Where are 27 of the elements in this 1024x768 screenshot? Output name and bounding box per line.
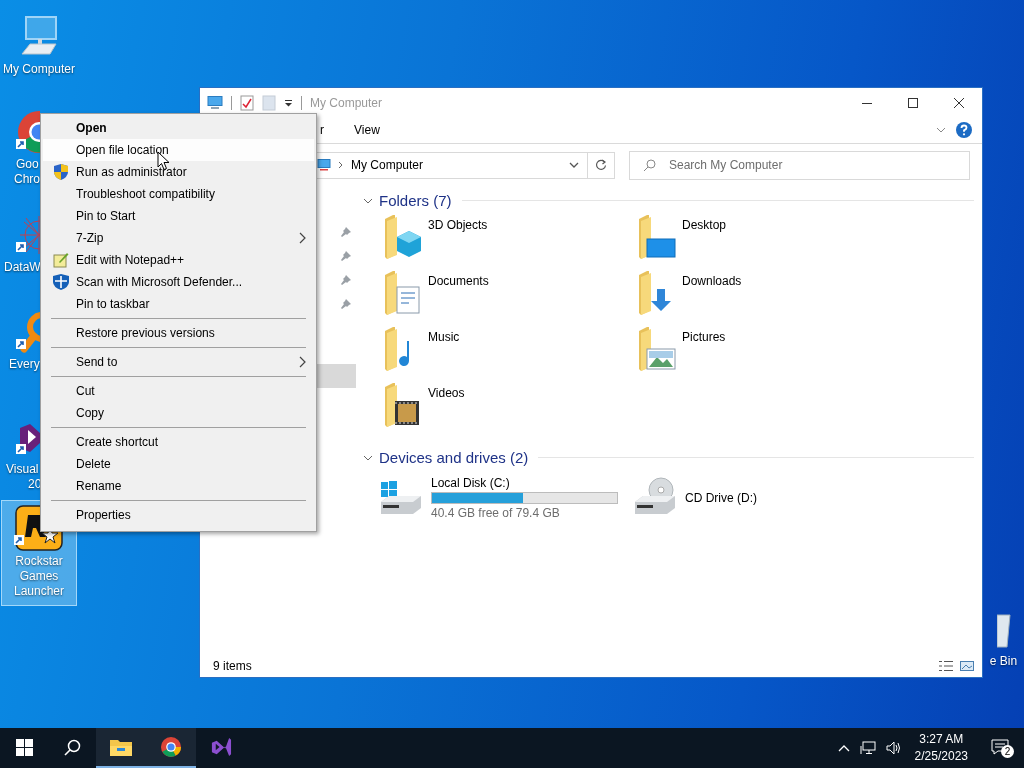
shortcut-label: 20 xyxy=(28,477,42,492)
shortcut-label: Visual xyxy=(6,462,39,477)
clock-time: 3:27 AM xyxy=(919,731,964,748)
shortcut-label: DataW xyxy=(4,260,41,275)
folder-name: 3D Objects xyxy=(428,217,488,232)
clock-date: 2/25/2023 xyxy=(914,748,968,765)
window-title: My Computer xyxy=(310,95,383,110)
folder-name: Downloads xyxy=(682,273,742,288)
shortcut-label: My Computer xyxy=(3,62,75,77)
shortcut-label: Rockstar xyxy=(15,554,63,569)
shortcut-label: Every xyxy=(9,357,40,372)
folder-name: Pictures xyxy=(682,329,726,344)
shortcut-label: Launcher xyxy=(13,584,64,599)
shortcut-label: Games xyxy=(19,569,59,584)
folder-name: Videos xyxy=(428,385,465,400)
shortcut-label: Chro xyxy=(14,172,40,187)
shortcut-label: e Bin xyxy=(989,654,1018,669)
address-text: My Computer xyxy=(351,158,425,172)
drive-name: CD Drive (D:) xyxy=(685,489,757,505)
notification-count: 2 xyxy=(1001,745,1014,758)
free-space-text: 40.4 GB free of 79.4 GB xyxy=(431,505,561,520)
drive-name: Local Disk (C:) xyxy=(431,474,511,490)
folder-name: Desktop xyxy=(682,217,727,232)
shortcut-label: Goo xyxy=(16,157,39,172)
folder-name: Music xyxy=(428,329,460,344)
folder-name: Documents xyxy=(428,273,489,288)
item-count: 9 items xyxy=(213,659,252,673)
